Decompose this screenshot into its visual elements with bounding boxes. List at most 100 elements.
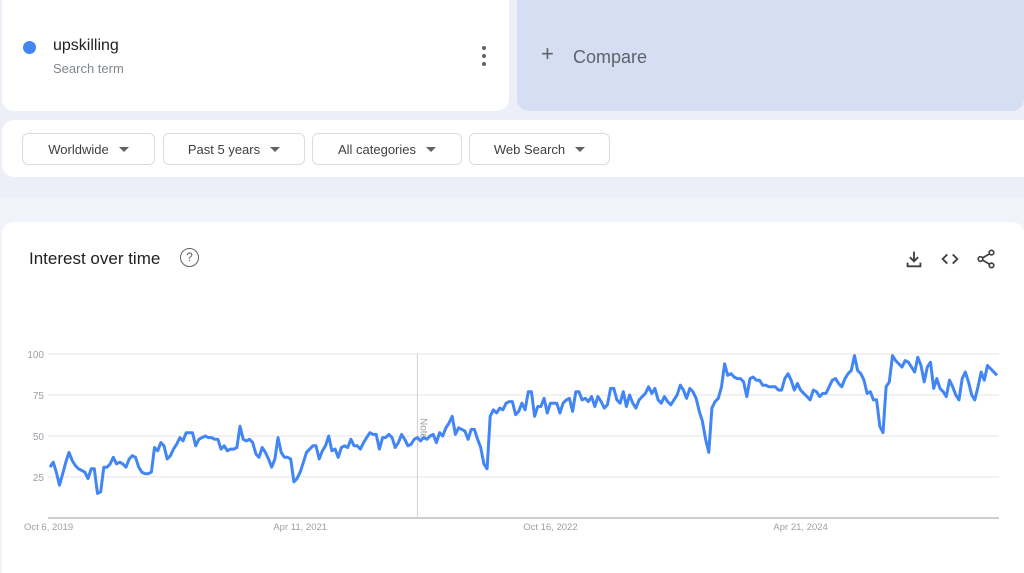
search-term-subtitle: Search term xyxy=(53,61,124,76)
data-point xyxy=(840,385,843,388)
filter-search-type-dropdown[interactable]: Web Search xyxy=(469,133,610,165)
data-point xyxy=(977,385,980,388)
data-point xyxy=(61,472,64,475)
data-point xyxy=(109,462,112,465)
data-point xyxy=(425,438,428,441)
filter-search-type-label: Web Search xyxy=(493,141,566,157)
data-point xyxy=(191,431,194,434)
data-point xyxy=(764,384,767,387)
data-point xyxy=(239,425,242,428)
data-point xyxy=(625,405,628,408)
data-point xyxy=(292,480,295,483)
series-color-dot xyxy=(23,41,36,54)
filter-region-dropdown[interactable]: Worldwide xyxy=(22,133,155,165)
data-point xyxy=(710,407,713,410)
data-point xyxy=(600,400,603,403)
data-point xyxy=(530,390,533,393)
data-point xyxy=(508,400,511,403)
data-point xyxy=(501,408,504,411)
data-point xyxy=(653,387,656,390)
data-point xyxy=(131,454,134,457)
data-point xyxy=(337,456,340,459)
data-point xyxy=(356,444,359,447)
data-point xyxy=(685,397,688,400)
search-term-name[interactable]: upskilling xyxy=(53,37,119,55)
data-point xyxy=(802,392,805,395)
filter-category-dropdown[interactable]: All categories xyxy=(312,133,462,165)
data-point xyxy=(581,398,584,401)
data-point xyxy=(558,412,561,415)
filter-time-dropdown[interactable]: Past 5 years xyxy=(163,133,305,165)
data-point xyxy=(429,435,432,438)
data-point xyxy=(992,371,995,374)
data-point xyxy=(283,456,286,459)
data-point xyxy=(422,436,425,439)
filter-category-label: All categories xyxy=(337,141,417,157)
data-point xyxy=(777,389,780,392)
data-point xyxy=(986,364,989,367)
data-point xyxy=(454,433,457,436)
data-point xyxy=(619,402,622,405)
data-point xyxy=(448,421,451,424)
data-point xyxy=(128,458,131,461)
data-point xyxy=(615,398,618,401)
data-point xyxy=(682,389,685,392)
data-point xyxy=(438,431,441,434)
data-point xyxy=(704,438,707,441)
data-point xyxy=(413,438,416,441)
data-point xyxy=(815,390,818,393)
data-point xyxy=(907,361,910,364)
data-point xyxy=(543,397,546,400)
data-point xyxy=(920,364,923,367)
data-point xyxy=(258,456,261,459)
data-point xyxy=(74,464,77,467)
data-point xyxy=(511,400,514,403)
data-point xyxy=(612,387,615,390)
data-point xyxy=(726,374,729,377)
search-term-card: upskilling Search term xyxy=(2,0,509,111)
data-point xyxy=(137,466,140,469)
data-point xyxy=(875,398,878,401)
filter-region-label: Worldwide xyxy=(48,141,109,157)
data-point xyxy=(394,446,397,449)
data-point xyxy=(163,444,166,447)
data-point xyxy=(147,472,150,475)
data-point xyxy=(745,395,748,398)
data-point xyxy=(964,371,967,374)
data-point xyxy=(296,477,299,480)
data-point xyxy=(372,433,375,436)
data-point xyxy=(730,372,733,375)
data-point xyxy=(419,439,422,442)
data-point xyxy=(378,448,381,451)
data-point xyxy=(863,379,866,382)
data-point xyxy=(752,376,755,379)
data-point xyxy=(99,490,102,493)
data-point xyxy=(340,446,343,449)
data-point xyxy=(102,466,105,469)
compare-button[interactable]: + Compare xyxy=(517,0,1024,111)
data-point xyxy=(961,377,964,380)
data-point xyxy=(416,436,419,439)
data-point xyxy=(273,458,276,461)
data-point xyxy=(327,435,330,438)
data-point xyxy=(828,385,831,388)
data-point xyxy=(565,398,568,401)
data-point xyxy=(153,446,156,449)
data-point xyxy=(150,471,153,474)
data-point xyxy=(878,425,881,428)
more-vert-icon[interactable] xyxy=(478,46,490,66)
data-point xyxy=(622,390,625,393)
caret-down-icon xyxy=(270,146,281,152)
data-point xyxy=(64,461,67,464)
data-point xyxy=(302,461,305,464)
data-point xyxy=(185,431,188,434)
data-point xyxy=(226,449,229,452)
data-point xyxy=(106,466,109,469)
y-tick-label: 50 xyxy=(33,432,45,443)
data-point xyxy=(400,433,403,436)
data-point xyxy=(679,384,682,387)
plus-icon: + xyxy=(541,41,554,66)
data-point xyxy=(723,362,726,365)
data-point xyxy=(660,402,663,405)
data-point xyxy=(476,438,479,441)
